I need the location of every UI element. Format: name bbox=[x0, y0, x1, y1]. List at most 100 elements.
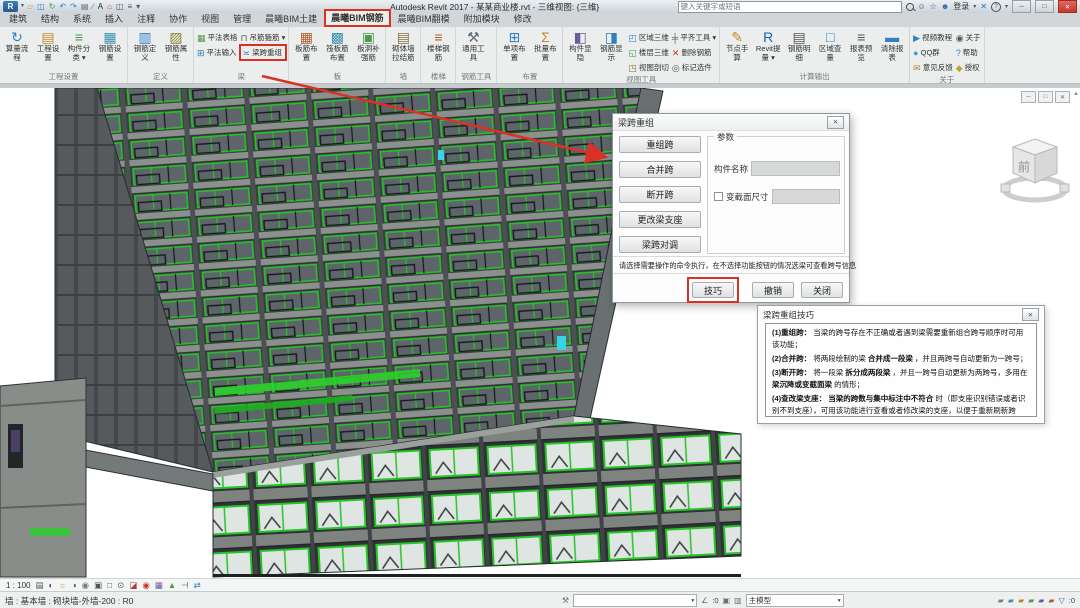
editable-only-icon[interactable]: ▰ bbox=[998, 596, 1004, 605]
tips-close-icon[interactable]: ✕ bbox=[1022, 308, 1039, 321]
hide-isolate-icon[interactable]: ◪ bbox=[129, 581, 137, 590]
revit-quantity-button[interactable]: RRevit提量 ▾ bbox=[754, 29, 782, 62]
exchange-apps-icon[interactable]: ✕ bbox=[980, 2, 987, 11]
help-caret-icon[interactable]: ▾ bbox=[1005, 3, 1008, 10]
pingfa-input-button[interactable]: ⊞平法输入 bbox=[197, 47, 238, 58]
editable-only-icon[interactable]: ∠ bbox=[701, 596, 708, 605]
visual-style-icon[interactable]: ◐ bbox=[49, 581, 54, 590]
calc-flow-button[interactable]: ↻算量流程 bbox=[3, 29, 31, 62]
undo-button[interactable]: 撤销 bbox=[752, 282, 794, 298]
change-beam-support-button[interactable]: 更改梁支座 bbox=[619, 211, 701, 228]
undo-icon[interactable]: ↶ bbox=[59, 2, 66, 11]
regroup-span-button[interactable]: 重组跨 bbox=[619, 136, 701, 153]
video-tutorial-button[interactable]: ▶视频教程 bbox=[913, 32, 953, 43]
component-name-field[interactable] bbox=[751, 161, 840, 176]
open-file-icon[interactable]: ▱ bbox=[27, 2, 33, 11]
clear-report-button[interactable]: ▬清除报表 bbox=[878, 29, 906, 62]
press-drag-icon[interactable]: ▰ bbox=[1048, 596, 1054, 605]
workset-dropdown[interactable]: ▾ bbox=[573, 594, 697, 607]
reveal-hidden-icon[interactable]: ◉ bbox=[142, 581, 149, 590]
link-icon[interactable]: ▥ bbox=[734, 596, 742, 605]
sync-icon[interactable]: ↻ bbox=[49, 2, 56, 11]
dialog-close-icon[interactable]: ✕ bbox=[827, 116, 844, 129]
single-layout-button[interactable]: ⊞单项布置 bbox=[500, 29, 528, 62]
sign-in-caret-icon[interactable]: ▾ bbox=[973, 3, 976, 10]
measure-icon[interactable]: ∕ bbox=[92, 2, 93, 11]
detail-level-icon[interactable]: ▤ bbox=[35, 581, 43, 590]
delete-rebar-button[interactable]: ✕删除钢筋 bbox=[672, 47, 716, 58]
select-toggle-icon[interactable]: ▰ bbox=[1038, 596, 1044, 605]
feedback-button[interactable]: ✉意见反馈 bbox=[913, 62, 953, 73]
component-category-button[interactable]: ≡构件分类 ▾ bbox=[65, 29, 93, 62]
section-icon[interactable]: ◫ bbox=[116, 2, 124, 11]
temporary-hide-icon[interactable]: ▰ bbox=[1008, 596, 1014, 605]
drawing-area[interactable]: ─ □ ✕ ▲ 前 梁跨重组 ✕ 重组跨合并跨断开跨更改梁支座梁跨对调 参数 bbox=[0, 88, 1080, 578]
project-settings-button[interactable]: ▤工程设置 bbox=[34, 29, 62, 62]
qq-group-button[interactable]: ●QQ群 bbox=[913, 47, 953, 58]
beam-span-regroup-button[interactable]: ≍梁跨重组 bbox=[239, 44, 288, 61]
rebar-schedule-button[interactable]: ▤钢筋明细 bbox=[785, 29, 813, 62]
worksets-icon[interactable]: ⚒ bbox=[562, 596, 569, 605]
crop-region-icon[interactable]: □ bbox=[107, 581, 112, 590]
sign-in-icon[interactable]: ☻ bbox=[941, 2, 949, 11]
tips-button[interactable]: 技巧 bbox=[692, 282, 734, 298]
break-span-button[interactable]: 断开跨 bbox=[619, 186, 701, 203]
mark-selection-button[interactable]: ◎标记选件 bbox=[672, 62, 716, 73]
variable-section-field[interactable] bbox=[772, 189, 840, 204]
temporary-view-icon[interactable]: ▦ bbox=[155, 581, 163, 590]
close-button[interactable]: ✕ bbox=[1058, 0, 1077, 13]
print-icon[interactable]: ▤ bbox=[81, 2, 89, 11]
view-minimize-icon[interactable]: ─ bbox=[1021, 91, 1036, 103]
general-tools-button[interactable]: ⚒通用工具 bbox=[459, 29, 487, 62]
constraints-icon[interactable]: ⊣ bbox=[181, 581, 188, 590]
search-icon[interactable] bbox=[906, 3, 914, 11]
rebar-props-button[interactable]: ▨钢筋属性 bbox=[162, 29, 190, 62]
stair-rebar-button[interactable]: ≡楼梯钢筋 bbox=[424, 29, 452, 62]
background-process-icon[interactable]: ▰ bbox=[1028, 596, 1034, 605]
pingfa-table-button[interactable]: ▦平法表格 bbox=[197, 32, 238, 43]
shadows-icon[interactable]: ◑ bbox=[71, 581, 76, 590]
component-visibility-button[interactable]: ◧构件显隐 bbox=[566, 29, 594, 62]
tips-title-bar[interactable]: 梁跨重组技巧 ✕ bbox=[758, 306, 1044, 323]
favorites-icon[interactable]: ☆ bbox=[930, 2, 937, 11]
tab-chenxi-bim-rebar[interactable]: 晨曦BIM钢筋 bbox=[324, 9, 391, 27]
wall-tie-rebar-button[interactable]: ▤砌体墙拉结筋 bbox=[389, 29, 417, 62]
tab-annotate[interactable]: 注释 bbox=[130, 11, 162, 27]
thin-lines-icon[interactable]: ≡ bbox=[128, 2, 133, 11]
analytical-model-icon[interactable]: ▲ bbox=[168, 581, 176, 590]
close-button[interactable]: 关闭 bbox=[801, 282, 843, 298]
reveal-constraints-icon[interactable]: ▰ bbox=[1018, 596, 1024, 605]
swap-spans-button[interactable]: 梁跨对调 bbox=[619, 236, 701, 253]
save-icon[interactable]: ◫ bbox=[37, 2, 45, 11]
license-button[interactable]: ◆授权 bbox=[956, 62, 981, 73]
rebar-define-button[interactable]: ▥钢筋定义 bbox=[131, 29, 159, 62]
customize-toolbar-icon[interactable]: ▾ bbox=[136, 2, 140, 11]
sun-path-icon[interactable]: ☼ bbox=[59, 581, 67, 590]
report-preview-button[interactable]: ≡报表预览 bbox=[847, 29, 875, 62]
search-input[interactable] bbox=[678, 1, 902, 13]
minimize-button[interactable]: ─ bbox=[1012, 0, 1031, 13]
default-3d-view-icon[interactable]: ⌂ bbox=[107, 2, 112, 11]
rendering-icon[interactable]: ◉ bbox=[82, 581, 89, 590]
batch-layout-button[interactable]: Σ批量布置 bbox=[531, 29, 559, 62]
tab-structure[interactable]: 结构 bbox=[34, 11, 66, 27]
app-menu-caret-icon[interactable]: ▾ bbox=[21, 2, 24, 11]
view-scale[interactable]: 1 : 100 bbox=[6, 581, 30, 590]
node-calc-button[interactable]: ✎节点手算 bbox=[723, 29, 751, 62]
opening-rebar-button[interactable]: ▣板洞补强筋 bbox=[354, 29, 382, 62]
subscription-icon[interactable]: ☺ bbox=[918, 2, 926, 11]
about-plugin-button[interactable]: ◉关于 bbox=[956, 32, 981, 43]
tab-chenxi-bim-civil[interactable]: 晨曦BIM土建 bbox=[258, 11, 324, 27]
worksharing-display-icon[interactable]: ⇄ bbox=[194, 581, 201, 590]
filter-icon[interactable]: ▽ bbox=[1059, 596, 1065, 605]
tab-systems[interactable]: 系统 bbox=[66, 11, 98, 27]
stirrup-rebar-button[interactable]: ⊓吊筋箍筋 ▾ bbox=[241, 32, 286, 43]
maximize-button[interactable]: □ bbox=[1035, 0, 1054, 13]
crop-view-icon[interactable]: ▣ bbox=[94, 581, 102, 590]
raft-rebar-layout-button[interactable]: ▩筏板筋布置 bbox=[323, 29, 351, 62]
tab-chenxi-bim-model[interactable]: 晨曦BIM翻模 bbox=[391, 11, 457, 27]
view-restore-icon[interactable]: □ bbox=[1038, 91, 1053, 103]
redo-icon[interactable]: ↷ bbox=[70, 2, 77, 11]
tab-insert[interactable]: 插入 bbox=[98, 11, 130, 27]
scroll-up-icon[interactable]: ▲ bbox=[1073, 91, 1079, 97]
